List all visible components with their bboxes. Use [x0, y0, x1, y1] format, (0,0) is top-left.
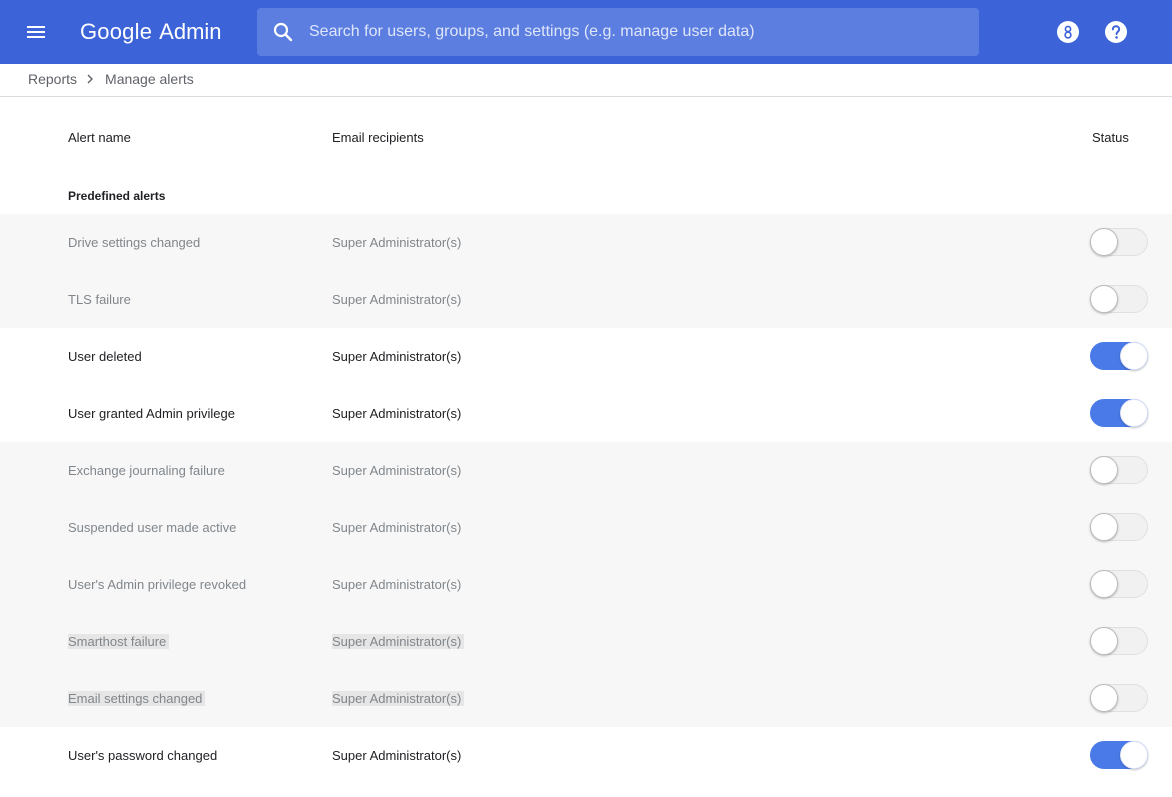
- logo-product: Admin: [159, 19, 222, 44]
- alert-recipients-text: Super Administrator(s): [332, 349, 462, 364]
- alert-recipients-text: Super Administrator(s): [332, 292, 462, 307]
- toggle-knob: [1090, 627, 1118, 655]
- status-toggle[interactable]: [1090, 456, 1148, 484]
- column-header-status[interactable]: Status: [1092, 130, 1129, 145]
- alert-recipients: Super Administrator(s): [332, 633, 465, 650]
- toggle-knob: [1120, 342, 1148, 370]
- alert-recipients: Super Administrator(s): [332, 462, 461, 479]
- alert-name[interactable]: Exchange journaling failure: [68, 462, 225, 479]
- column-header-email-recipients[interactable]: Email recipients: [332, 130, 424, 145]
- alert-recipients-text: Super Administrator(s): [332, 406, 462, 421]
- alert-row[interactable]: Smarthost failure Super Administrator(s): [0, 613, 1172, 670]
- menu-icon[interactable]: [20, 16, 52, 48]
- alert-name[interactable]: User's Admin privilege revoked: [68, 576, 246, 593]
- alert-row[interactable]: User deleted Super Administrator(s): [0, 328, 1172, 385]
- alert-row[interactable]: TLS failure Super Administrator(s): [0, 271, 1172, 328]
- toggle-knob: [1120, 741, 1148, 769]
- toggle-knob: [1090, 285, 1118, 313]
- breadcrumb-reports-link[interactable]: Reports: [28, 71, 77, 87]
- status-toggle[interactable]: [1090, 399, 1148, 427]
- status-toggle[interactable]: [1090, 228, 1148, 256]
- breadcrumb: Reports Manage alerts: [28, 69, 194, 89]
- alert-recipients-text: Super Administrator(s): [332, 634, 465, 649]
- alert-name-text: User's password changed: [68, 748, 218, 763]
- alert-name-text: Drive settings changed: [68, 235, 201, 250]
- alert-recipients: Super Administrator(s): [332, 519, 461, 536]
- alert-name[interactable]: Smarthost failure: [68, 633, 170, 650]
- alert-row[interactable]: Drive settings changed Super Administrato…: [0, 214, 1172, 271]
- search-bar[interactable]: [257, 8, 979, 56]
- toggle-knob: [1090, 456, 1118, 484]
- toggle-knob: [1090, 513, 1118, 541]
- alert-name[interactable]: TLS failure: [68, 291, 131, 308]
- alert-row[interactable]: Suspended user made active Super Administ…: [0, 499, 1172, 556]
- status-toggle[interactable]: [1090, 285, 1148, 313]
- top-app-bar: Google Admin: [0, 0, 1172, 64]
- alert-name[interactable]: Drive settings changed: [68, 234, 200, 251]
- status-toggle[interactable]: [1090, 570, 1148, 598]
- alert-row[interactable]: User's Admin privilege revoked Super Admi…: [0, 556, 1172, 613]
- search-input[interactable]: [309, 8, 959, 56]
- alert-row[interactable]: User granted Admin privilege Super Admini…: [0, 385, 1172, 442]
- alert-name-text: User deleted: [68, 349, 142, 364]
- status-toggle[interactable]: [1090, 684, 1148, 712]
- alert-recipients: Super Administrator(s): [332, 291, 461, 308]
- alert-name[interactable]: Email settings changed: [68, 690, 206, 707]
- status-toggle[interactable]: [1090, 741, 1148, 769]
- help-icon[interactable]: [1104, 20, 1128, 44]
- breadcrumb-current: Manage alerts: [105, 71, 194, 87]
- alert-recipients: Super Administrator(s): [332, 405, 461, 422]
- header-divider: [0, 96, 1172, 97]
- alert-recipients-text: Super Administrator(s): [332, 577, 462, 592]
- status-toggle[interactable]: [1090, 342, 1148, 370]
- alert-name-text: Smarthost failure: [68, 634, 170, 649]
- alert-recipients: Super Administrator(s): [332, 747, 461, 764]
- alert-name[interactable]: User's password changed: [68, 747, 217, 764]
- toggle-knob: [1090, 228, 1118, 256]
- toggle-knob: [1120, 399, 1148, 427]
- google-admin-logo[interactable]: Google Admin: [80, 17, 222, 47]
- alert-recipients: Super Administrator(s): [332, 234, 461, 251]
- column-header-alert-name[interactable]: Alert name: [68, 130, 131, 145]
- alert-row[interactable]: Exchange journaling failure Super Adminis…: [0, 442, 1172, 499]
- alert-recipients-text: Super Administrator(s): [332, 520, 462, 535]
- section-title-predefined-alerts: Predefined alerts: [68, 189, 166, 203]
- alert-recipients: Super Administrator(s): [332, 576, 461, 593]
- alert-name-text: Exchange journaling failure: [68, 463, 225, 478]
- alert-row[interactable]: Email settings changed Super Administrato…: [0, 670, 1172, 727]
- alert-recipients: Super Administrator(s): [332, 348, 461, 365]
- alerts-table-body: Drive settings changed Super Administrato…: [0, 214, 1172, 784]
- user-badge-icon[interactable]: [1056, 20, 1080, 44]
- alert-recipients-text: Super Administrator(s): [332, 463, 462, 478]
- alert-recipients: Super Administrator(s): [332, 690, 465, 707]
- alert-name-text: User's Admin privilege revoked: [68, 577, 247, 592]
- toggle-knob: [1090, 684, 1118, 712]
- alert-name[interactable]: User granted Admin privilege: [68, 405, 235, 422]
- chevron-right-icon: [85, 73, 95, 85]
- alert-recipients-text: Super Administrator(s): [332, 748, 462, 763]
- alert-name-text: TLS failure: [68, 292, 131, 307]
- alert-recipients-text: Super Administrator(s): [332, 235, 462, 250]
- search-icon[interactable]: [271, 20, 295, 44]
- toggle-knob: [1090, 570, 1118, 598]
- alert-name[interactable]: User deleted: [68, 348, 142, 365]
- alert-name-text: Suspended user made active: [68, 520, 237, 535]
- alert-name-text: Email settings changed: [68, 691, 206, 706]
- logo-brand: Google: [80, 19, 153, 44]
- alert-name-text: User granted Admin privilege: [68, 406, 235, 421]
- status-toggle[interactable]: [1090, 627, 1148, 655]
- alert-name[interactable]: Suspended user made active: [68, 519, 236, 536]
- status-toggle[interactable]: [1090, 513, 1148, 541]
- alert-recipients-text: Super Administrator(s): [332, 691, 465, 706]
- alert-row[interactable]: User's password changed Super Administrat…: [0, 727, 1172, 784]
